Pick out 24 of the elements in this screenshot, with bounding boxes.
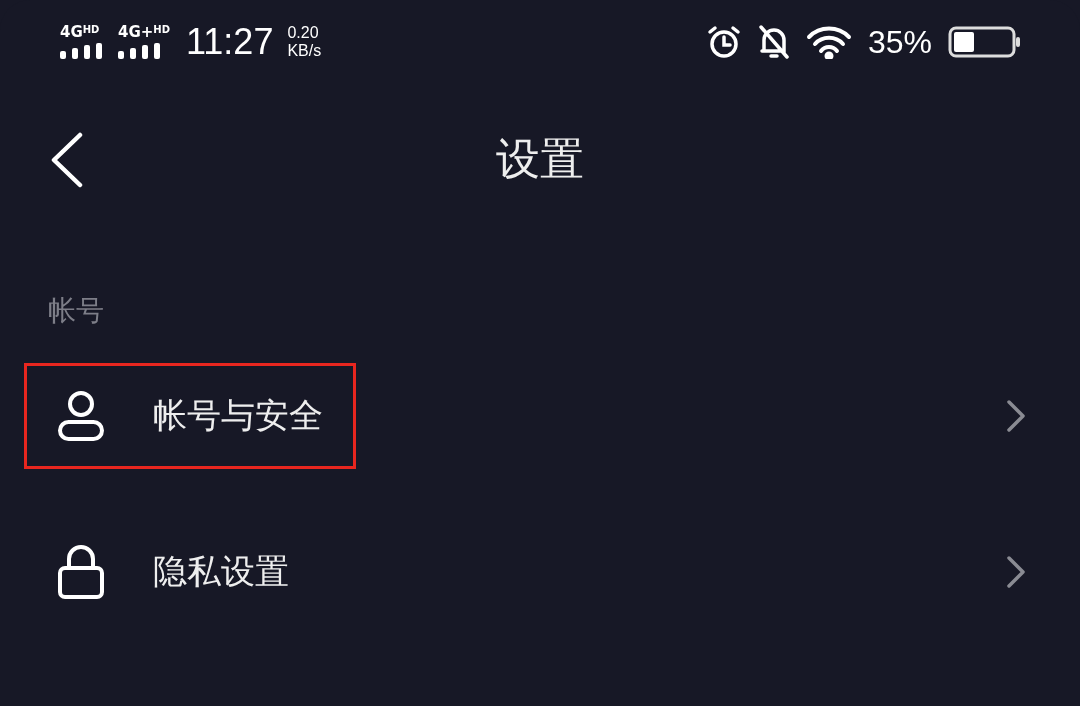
signal-icon xyxy=(60,43,104,59)
battery-icon xyxy=(948,26,1022,58)
lock-icon xyxy=(57,544,105,600)
wifi-icon xyxy=(805,25,852,59)
row-label: 隐私设置 xyxy=(153,550,289,593)
settings-row[interactable]: 隐私设置 xyxy=(0,494,1080,650)
battery-percent: 35% xyxy=(867,23,932,61)
alarm-clock-icon xyxy=(705,24,742,60)
clock-time: 11:27 xyxy=(186,21,274,63)
row-label: 帐号与安全 xyxy=(153,394,323,437)
speed-value: 0.20 xyxy=(287,24,320,42)
network-type: 4G xyxy=(60,25,83,40)
chevron-right-icon xyxy=(1006,399,1026,433)
speed-unit: KB/s xyxy=(287,42,322,60)
section-title: 帐号 xyxy=(47,293,105,329)
signal-icon xyxy=(118,43,162,59)
settings-row[interactable]: 帐号与安全 xyxy=(0,338,1080,494)
person-icon xyxy=(57,390,105,442)
muted-bell-icon xyxy=(757,24,790,60)
network-type: 4G+ xyxy=(118,25,154,40)
chevron-right-icon xyxy=(1006,555,1026,589)
page-title: 设置 xyxy=(496,131,584,186)
hd-tag: HD xyxy=(82,25,100,35)
hd-tag: HD xyxy=(153,25,170,35)
